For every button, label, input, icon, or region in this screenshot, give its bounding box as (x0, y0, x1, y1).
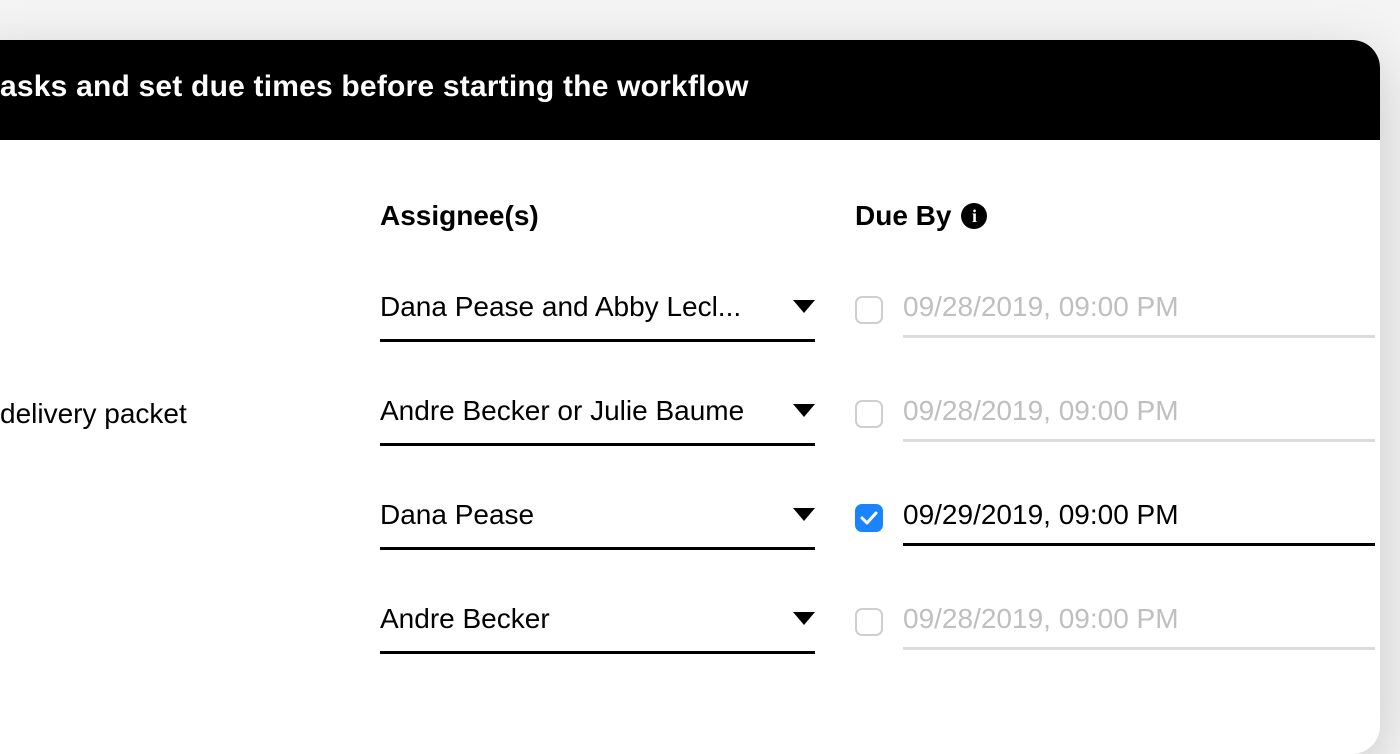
assignee-header-label: Assignee(s) (380, 200, 539, 232)
dialog-header: asks and set due times before starting t… (0, 40, 1380, 140)
dialog-body: Assignee(s) Due By i Dana Pease and Abby… (0, 140, 1380, 754)
due-date-input[interactable]: 09/28/2019, 09:00 PM (903, 594, 1375, 650)
due-date-input[interactable]: 09/28/2019, 09:00 PM (903, 282, 1375, 338)
assignee-column-header: Assignee(s) (380, 200, 855, 232)
task-label (0, 278, 380, 342)
task-label-text: delivery packet (0, 398, 187, 430)
assignee-value: Andre Becker (380, 603, 550, 635)
assignee-value: Dana Pease (380, 499, 534, 531)
due-date-input[interactable]: 09/29/2019, 09:00 PM (903, 490, 1375, 546)
due-date-input[interactable]: 09/28/2019, 09:00 PM (903, 386, 1375, 442)
assignee-dropdown[interactable]: Dana Pease (380, 486, 815, 550)
due-date-value: 09/29/2019, 09:00 PM (903, 499, 1179, 531)
chevron-down-icon (793, 300, 815, 314)
assignee-dropdown[interactable]: Andre Becker or Julie Baume (380, 382, 815, 446)
due-by-cell: 09/28/2019, 09:00 PM (855, 382, 1375, 446)
due-checkbox[interactable] (855, 608, 883, 636)
due-by-column-header: Due By i (855, 200, 1375, 232)
due-by-cell: 09/29/2019, 09:00 PM (855, 486, 1375, 550)
due-checkbox[interactable] (855, 400, 883, 428)
due-date-value: 09/28/2019, 09:00 PM (903, 603, 1179, 635)
due-date-value: 09/28/2019, 09:00 PM (903, 291, 1179, 323)
due-date-value: 09/28/2019, 09:00 PM (903, 395, 1179, 427)
chevron-down-icon (793, 508, 815, 522)
task-label: delivery packet (0, 382, 380, 446)
task-column-header (0, 200, 380, 278)
info-icon[interactable]: i (961, 203, 987, 229)
assignee-value: Andre Becker or Julie Baume (380, 395, 744, 427)
due-by-cell: 09/28/2019, 09:00 PM (855, 590, 1375, 654)
chevron-down-icon (793, 612, 815, 626)
task-label (0, 590, 380, 654)
dialog-window: asks and set due times before starting t… (0, 40, 1380, 754)
due-checkbox[interactable] (855, 296, 883, 324)
due-by-cell: 09/28/2019, 09:00 PM (855, 278, 1375, 342)
assignee-value: Dana Pease and Abby Lecl... (380, 291, 741, 323)
due-checkbox[interactable] (855, 504, 883, 532)
dialog-title: asks and set due times before starting t… (0, 70, 749, 103)
task-label (0, 486, 380, 550)
assignee-dropdown[interactable]: Andre Becker (380, 590, 815, 654)
assignment-grid: Assignee(s) Due By i Dana Pease and Abby… (0, 200, 1340, 694)
due-by-header-label: Due By (855, 200, 951, 232)
chevron-down-icon (793, 404, 815, 418)
assignee-dropdown[interactable]: Dana Pease and Abby Lecl... (380, 278, 815, 342)
